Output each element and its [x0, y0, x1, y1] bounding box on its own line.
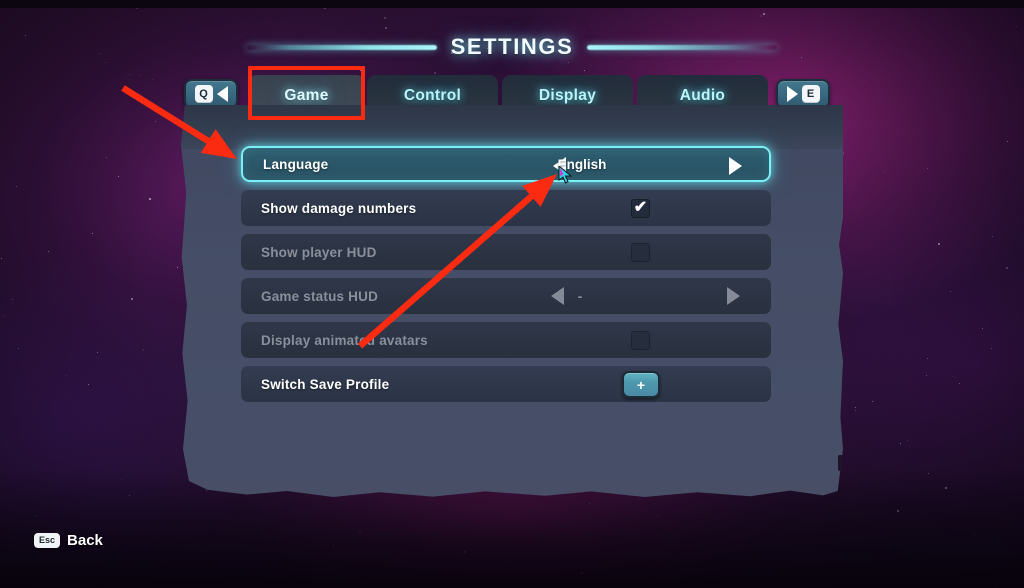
settings-row-label: Display animated avatars [261, 332, 428, 348]
settings-row-display-animated-avatars: Display animated avatars [241, 322, 771, 358]
back-label: Back [67, 532, 103, 549]
title-decor-line-right [587, 44, 778, 50]
settings-row-value: - [577, 288, 583, 304]
mouse-pointer-icon [558, 166, 573, 184]
add-save-profile-button[interactable]: + [622, 371, 660, 398]
settings-row-label: Switch Save Profile [261, 376, 390, 392]
settings-row-value: English [557, 156, 607, 172]
settings-row-checkbox [631, 243, 650, 262]
settings-row-label: Game status HUD [261, 288, 379, 304]
panel-top-band [181, 105, 843, 149]
settings-row-switch-save-profile[interactable]: Switch Save Profile + [241, 366, 771, 402]
tab-label: Control [403, 87, 462, 104]
top-black-bar [0, 0, 1024, 8]
page-title: SETTINGS [450, 34, 574, 59]
settings-rows-list: Language English Show damage numbers ✔ Show … [241, 146, 771, 410]
settings-row-label: Show player HUD [261, 244, 377, 260]
settings-row-game-status-hud: Game status HUD - [241, 278, 771, 314]
arrow-right-icon [727, 287, 740, 305]
settings-row-label: Show damage numbers [261, 200, 417, 216]
tab-label: Display [538, 87, 597, 104]
esc-keycap: Esc [34, 533, 61, 548]
settings-row-show-damage-numbers[interactable]: Show damage numbers ✔ [241, 190, 771, 226]
game-settings-screen: SETTINGS Q E Game Control Display Audio Lan… [0, 0, 1024, 588]
tab-label: Game [284, 87, 329, 104]
title-decor-line-left [246, 44, 437, 50]
settings-row-label: Language [263, 156, 329, 172]
settings-row-checkbox[interactable]: ✔ [631, 199, 650, 218]
settings-title-row: SETTINGS [0, 30, 1024, 64]
back-hint[interactable]: Esc Back [34, 532, 103, 549]
plus-icon: + [636, 376, 646, 393]
check-icon: ✔ [633, 198, 648, 216]
settings-row-show-player-hud: Show player HUD [241, 234, 771, 270]
settings-row-language[interactable]: Language English [241, 146, 771, 182]
settings-row-checkbox [631, 331, 650, 350]
tab-label: Audio [679, 87, 726, 104]
arrow-right-icon[interactable] [729, 157, 742, 175]
